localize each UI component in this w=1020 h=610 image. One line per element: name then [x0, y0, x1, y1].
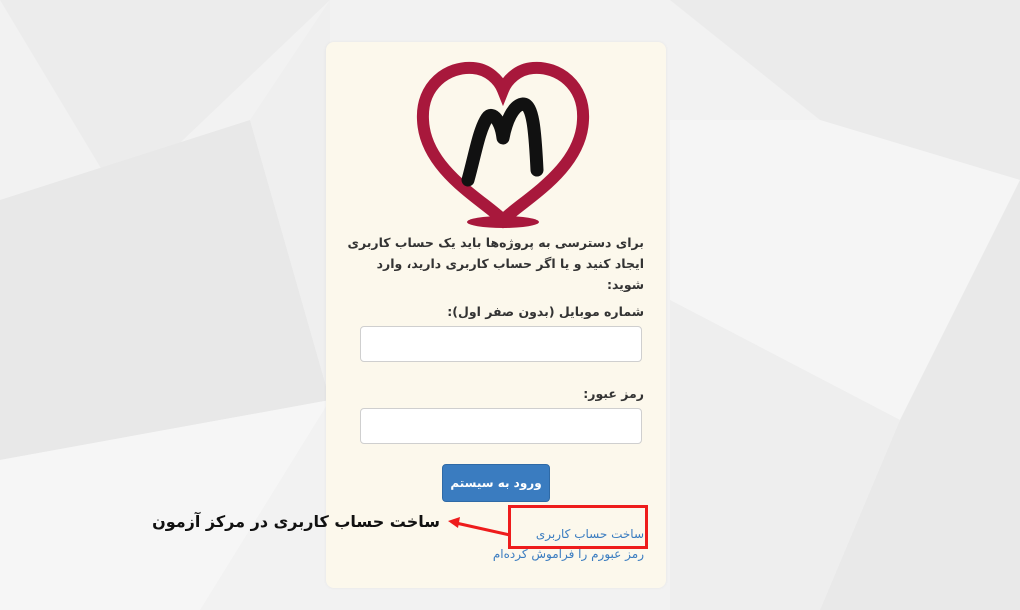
annotation-text: ساخت حساب کاربری در مرکز آزمون — [152, 512, 440, 531]
intro-text: برای دسترسی به پروژه‌ها باید یک حساب کار… — [347, 235, 644, 292]
mobile-label: شماره موبایل (بدون صفر اول): — [447, 304, 644, 319]
annotation-arrow-icon — [448, 517, 511, 537]
login-button[interactable]: ورود به سیستم — [442, 464, 550, 502]
password-input[interactable] — [360, 408, 642, 444]
mobile-input[interactable] — [360, 326, 642, 362]
annotation-highlight-box — [508, 505, 648, 549]
heart-m-logo-icon — [416, 61, 590, 229]
forgot-password-link[interactable]: رمز عبورم را فراموش کرده‌ام — [493, 547, 644, 561]
password-label: رمز عبور: — [583, 386, 644, 401]
